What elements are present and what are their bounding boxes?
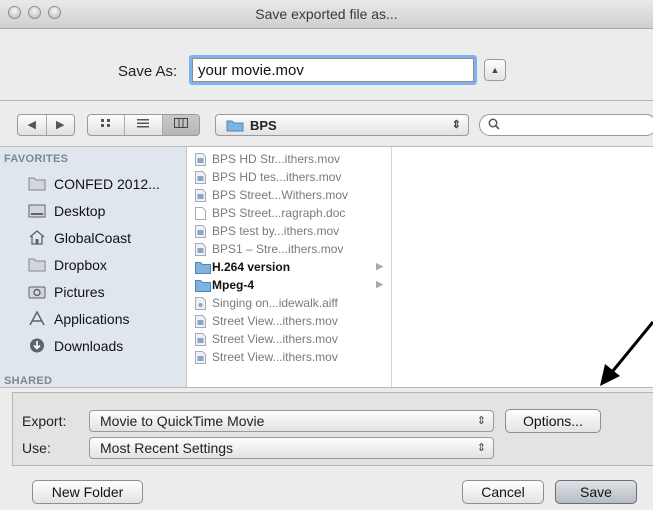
- file-name: Mpeg-4: [212, 278, 254, 292]
- desktop-icon: [28, 203, 46, 218]
- location-label: BPS: [250, 118, 277, 133]
- list-item[interactable]: H.264 version ▶: [193, 259, 389, 276]
- file-name: Singing on...idewalk.aiff: [212, 296, 338, 310]
- search-icon: [488, 118, 500, 133]
- list-item[interactable]: BPS1 – Stre...ithers.mov: [193, 241, 389, 258]
- forward-arrow-icon[interactable]: ▶: [47, 115, 75, 135]
- camera-icon: [28, 284, 46, 299]
- history-nav: ◀ ▶: [17, 114, 75, 136]
- list-item[interactable]: BPS Street...Withers.mov: [193, 187, 389, 204]
- audio-file-icon: [195, 297, 206, 310]
- list-view-icon[interactable]: [125, 115, 163, 135]
- save-button[interactable]: Save: [555, 480, 637, 504]
- movie-file-icon: [195, 189, 206, 202]
- list-item[interactable]: BPS Street...ragraph.doc: [193, 205, 389, 222]
- save-as-label: Save As:: [118, 63, 178, 80]
- sidebar: FAVORITES CONFED 2012... Desktop GlobalC…: [0, 147, 187, 387]
- list-item[interactable]: BPS HD tes...ithers.mov: [193, 169, 389, 186]
- chevron-up-icon: ▲: [490, 65, 500, 75]
- divider: [0, 100, 653, 101]
- save-dialog: Save exported file as... Save As: ▲ ◀ ▶ …: [0, 0, 653, 510]
- list-item[interactable]: Street View...ithers.mov: [193, 313, 389, 330]
- applications-icon: [28, 310, 46, 326]
- sidebar-item-label: Desktop: [54, 203, 106, 219]
- folder-icon: [195, 261, 211, 274]
- disclosure-arrow-icon: ▶: [376, 279, 383, 289]
- save-as-input[interactable]: [192, 58, 474, 82]
- back-arrow-icon[interactable]: ◀: [18, 115, 47, 135]
- list-item[interactable]: Mpeg-4 ▶: [193, 277, 389, 294]
- sidebar-item-label: CONFED 2012...: [54, 176, 160, 192]
- file-name: BPS1 – Stre...ithers.mov: [212, 242, 344, 256]
- export-label: Export:: [22, 413, 67, 429]
- sidebar-header-favorites: FAVORITES: [4, 153, 69, 165]
- downloads-icon: [28, 338, 46, 353]
- file-name: Street View...ithers.mov: [212, 350, 338, 364]
- cancel-button[interactable]: Cancel: [462, 480, 544, 504]
- updown-chevron-icon: ⇕: [451, 119, 461, 131]
- list-item[interactable]: Singing on...idewalk.aiff: [193, 295, 389, 312]
- location-popup[interactable]: BPS ⇕: [215, 114, 469, 136]
- movie-file-icon: [195, 333, 206, 346]
- list-item[interactable]: Street View...ithers.mov: [193, 331, 389, 348]
- search-input[interactable]: [479, 114, 653, 136]
- updown-chevron-icon: ⇕: [476, 415, 486, 427]
- movie-file-icon: [195, 225, 206, 238]
- use-settings-select[interactable]: Most Recent Settings ⇕: [89, 437, 494, 459]
- use-settings-value: Most Recent Settings: [100, 440, 234, 456]
- home-icon: [28, 230, 46, 245]
- file-browser: FAVORITES CONFED 2012... Desktop GlobalC…: [0, 146, 653, 388]
- file-name: BPS HD Str...ithers.mov: [212, 152, 341, 166]
- file-name: BPS Street...Withers.mov: [212, 188, 349, 202]
- disclosure-arrow-icon: ▶: [376, 261, 383, 271]
- sidebar-item-label: GlobalCoast: [54, 230, 132, 246]
- options-button[interactable]: Options...: [505, 409, 601, 433]
- column-view-icon[interactable]: [162, 115, 199, 135]
- sidebar-item-desktop[interactable]: Desktop: [28, 200, 184, 224]
- file-name: BPS test by...ithers.mov: [212, 224, 340, 238]
- sidebar-item-label: Applications: [54, 311, 130, 327]
- new-folder-button[interactable]: New Folder: [32, 480, 143, 504]
- export-format-value: Movie to QuickTime Movie: [100, 413, 265, 429]
- folder-icon: [28, 257, 46, 272]
- file-name: Street View...ithers.mov: [212, 314, 338, 328]
- updown-chevron-icon: ⇕: [476, 442, 486, 454]
- sidebar-item-globalcoast[interactable]: GlobalCoast: [28, 227, 184, 251]
- sidebar-item-dropbox[interactable]: Dropbox: [28, 254, 184, 278]
- sidebar-item-label: Dropbox: [54, 257, 107, 273]
- export-format-select[interactable]: Movie to QuickTime Movie ⇕: [89, 410, 494, 432]
- file-column: BPS HD Str...ithers.mov BPS HD tes...ith…: [187, 147, 392, 387]
- movie-file-icon: [195, 243, 206, 256]
- sidebar-item-applications[interactable]: Applications: [28, 308, 184, 332]
- title-bar: Save exported file as...: [0, 0, 653, 29]
- file-name: Street View...ithers.mov: [212, 332, 338, 346]
- sidebar-item-confed[interactable]: CONFED 2012...: [28, 173, 184, 197]
- document-file-icon: [195, 207, 206, 220]
- sidebar-item-downloads[interactable]: Downloads: [28, 335, 184, 359]
- sidebar-header-shared: SHARED: [4, 375, 53, 387]
- window-title: Save exported file as...: [255, 6, 398, 22]
- file-name: H.264 version: [212, 260, 291, 274]
- file-name: BPS Street...ragraph.doc: [212, 206, 346, 220]
- icon-view-icon[interactable]: [88, 115, 126, 135]
- folder-icon: [226, 119, 244, 135]
- file-name: BPS HD tes...ithers.mov: [212, 170, 342, 184]
- movie-file-icon: [195, 153, 206, 166]
- sidebar-item-pictures[interactable]: Pictures: [28, 281, 184, 305]
- movie-file-icon: [195, 315, 206, 328]
- sidebar-item-label: Pictures: [54, 284, 105, 300]
- folder-icon: [28, 176, 46, 191]
- view-switcher: [87, 114, 200, 136]
- list-item[interactable]: Street View...ithers.mov: [193, 349, 389, 366]
- list-item[interactable]: BPS test by...ithers.mov: [193, 223, 389, 240]
- list-item[interactable]: BPS HD Str...ithers.mov: [193, 151, 389, 168]
- expand-dialog-button[interactable]: ▲: [484, 59, 506, 81]
- folder-icon: [195, 279, 211, 292]
- movie-file-icon: [195, 171, 206, 184]
- sidebar-item-label: Downloads: [54, 338, 124, 354]
- use-label: Use:: [22, 440, 51, 456]
- movie-file-icon: [195, 351, 206, 364]
